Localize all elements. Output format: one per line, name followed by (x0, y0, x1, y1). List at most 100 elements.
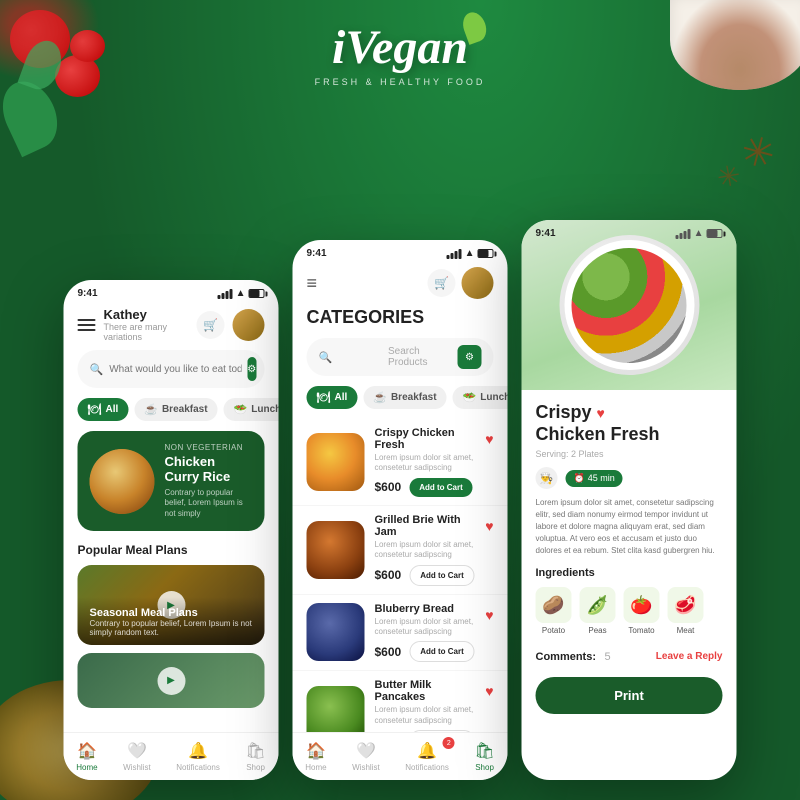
tab-breakfast-1[interactable]: ☕ Breakfast (134, 398, 217, 421)
peas-label: Peas (588, 626, 606, 635)
heart-3[interactable]: ♥ (485, 607, 493, 623)
add-cart-btn-3[interactable]: Add to Cart (409, 641, 475, 662)
nav-notifications-2[interactable]: 🔔 2 Notifications (405, 741, 449, 772)
cart-icon[interactable]: 🛒 (197, 311, 225, 339)
food-info-2: Grilled Brie With Jam Lorem ipsum dolor … (375, 514, 476, 586)
notification-badge: 2 (443, 737, 455, 749)
nav-shop-1[interactable]: 🛍 Shop (245, 741, 265, 772)
food-item-1[interactable]: Crispy Chicken Fresh Lorem ipsum dolor s… (293, 419, 508, 506)
p3-title-line2: Chicken Fresh (536, 424, 660, 446)
signal-icon-1 (218, 289, 233, 299)
user-avatar[interactable] (233, 309, 265, 341)
greeting-section: Kathey There are many variations (96, 307, 197, 342)
p3-food-img (522, 220, 737, 390)
p2-search-bar[interactable]: 🔍 Search Products ⚙ (307, 338, 494, 376)
comments-row: Comments: 5 Leave a Reply (536, 647, 723, 665)
meat-label: Meat (677, 626, 695, 635)
status-time-1: 9:41 (78, 288, 98, 299)
meal-plan-desc: Contrary to popular belief, Lorem Ipsum … (90, 619, 253, 637)
heart-2[interactable]: ♥ (485, 518, 493, 534)
comments-label: Comments: (536, 651, 597, 663)
status-bar-3: 9:41 ▲ (522, 220, 737, 243)
comments-count: 5 (604, 651, 610, 663)
p2-menu-icon[interactable]: ≡ (307, 273, 318, 294)
food-desc-3: Lorem ipsum dolor sit amet, consetetur s… (375, 617, 476, 638)
meat-icon: 🥩 (668, 587, 704, 623)
food-desc-2: Lorem ipsum dolor sit amet, consetetur s… (375, 540, 476, 561)
battery-icon-1 (249, 289, 265, 298)
nav-shop-2[interactable]: 🛍 Shop (474, 741, 494, 772)
popular-title: Popular Meal Plans (64, 543, 279, 565)
status-time-2: 9:41 (307, 248, 327, 259)
food-price-2: $600 (375, 568, 402, 582)
tab-lunch-2[interactable]: 🥗 Lunch (453, 386, 508, 409)
p3-content: Crispy ♥ Chicken Fresh Serving: 2 Plates… (522, 390, 737, 726)
p3-heart-inline: ♥ (597, 405, 605, 421)
potato-icon: 🥔 (536, 587, 572, 623)
p3-time-badge: ⏰ 45 min (566, 470, 623, 487)
leave-reply-link[interactable]: Leave a Reply (656, 651, 723, 662)
search-bar-1[interactable]: 🔍 ⚙ (78, 350, 265, 388)
menu-icon[interactable] (78, 319, 96, 331)
nav-home-1[interactable]: 🏠 Home (76, 741, 97, 772)
bg-bowl (670, 0, 800, 90)
bg-star-anise-2: ✳ (714, 158, 743, 195)
featured-card[interactable]: NON VEGETERIAN Chicken Curry Rice Contra… (78, 431, 265, 531)
p3-meta: 👨‍🍳 ⏰ 45 min (536, 467, 723, 489)
food-info-3: Bluberry Bread Lorem ipsum dolor sit ame… (375, 603, 476, 663)
status-bar-1: 9:41 ▲ (64, 280, 279, 303)
featured-img (90, 449, 155, 514)
nav-home-2[interactable]: 🏠 Home (305, 741, 326, 772)
battery-icon-3 (707, 229, 723, 238)
featured-info: NON VEGETERIAN Chicken Curry Rice Contra… (165, 443, 253, 519)
food-plate (559, 235, 699, 375)
tomato-icon: 🍅 (624, 587, 660, 623)
tab-lunch-1[interactable]: 🥗 Lunch (224, 398, 279, 421)
p2-cart-icon[interactable]: 🛒 (428, 269, 456, 297)
logo-text: iVegan (332, 21, 468, 74)
add-cart-btn-2[interactable]: Add to Cart (409, 565, 475, 586)
ingredient-potato: 🥔 Potato (536, 587, 572, 635)
p2-filter-btn[interactable]: ⚙ (458, 345, 482, 369)
p3-title-row: Crispy ♥ Chicken Fresh (536, 402, 723, 445)
nav-wishlist-2[interactable]: 🤍 Wishlist (352, 741, 380, 772)
wifi-icon-2: ▲ (465, 248, 475, 259)
meal-plan-overlay: Seasonal Meal Plans Contrary to popular … (78, 597, 265, 645)
p3-description: Lorem ipsum dolor sit amet, consetetur s… (536, 497, 723, 557)
food-item-3[interactable]: Bluberry Bread Lorem ipsum dolor sit ame… (293, 595, 508, 672)
food-name-2: Grilled Brie With Jam (375, 514, 476, 538)
status-time-3: 9:41 (536, 228, 556, 239)
nav-wishlist-1[interactable]: 🤍 Wishlist (123, 741, 151, 772)
filter-btn-1[interactable]: ⚙ (247, 357, 256, 381)
print-button[interactable]: Print (536, 677, 723, 714)
nav-notifications-1[interactable]: 🔔 Notifications (176, 741, 220, 772)
play-btn-small[interactable]: ▶ (157, 667, 185, 695)
meal-plan-card-large[interactable]: ▶ Seasonal Meal Plans Contrary to popula… (78, 565, 265, 645)
meal-plan-card-small[interactable]: ▶ (78, 653, 265, 708)
featured-tag: NON VEGETERIAN (165, 443, 253, 452)
heart-1[interactable]: ♥ (485, 431, 493, 447)
chef-icon: 👨‍🍳 (536, 467, 558, 489)
status-icons-2: ▲ (447, 248, 494, 259)
tab-breakfast-2[interactable]: ☕ Breakfast (363, 386, 446, 409)
food-img-1 (307, 433, 365, 491)
search-input-1[interactable] (109, 364, 241, 375)
food-item-2[interactable]: Grilled Brie With Jam Lorem ipsum dolor … (293, 506, 508, 595)
food-name-3: Bluberry Bread (375, 603, 476, 615)
phone-home: 9:41 ▲ Kathey (64, 280, 279, 780)
food-price-1: $600 (375, 480, 402, 494)
user-subtitle: There are many variations (104, 322, 189, 342)
peas-icon: 🫛 (580, 587, 616, 623)
heart-4[interactable]: ♥ (485, 683, 493, 699)
p2-avatar[interactable] (462, 267, 494, 299)
logo-container: iVegan Fresh & Healthy Food (315, 20, 486, 87)
tab-all-1[interactable]: 🍽 All (78, 398, 129, 421)
ingredients-title: Ingredients (536, 567, 723, 579)
food-img-3 (307, 603, 365, 661)
categories-title: CATEGORIES (293, 307, 508, 338)
tab-all-2[interactable]: 🍽 All (307, 386, 358, 409)
status-icons-3: ▲ (676, 228, 723, 239)
p2-search-placeholder: Search Products (388, 346, 452, 368)
add-cart-btn-1[interactable]: Add to Cart (409, 478, 473, 497)
signal-icon-3 (676, 229, 691, 239)
